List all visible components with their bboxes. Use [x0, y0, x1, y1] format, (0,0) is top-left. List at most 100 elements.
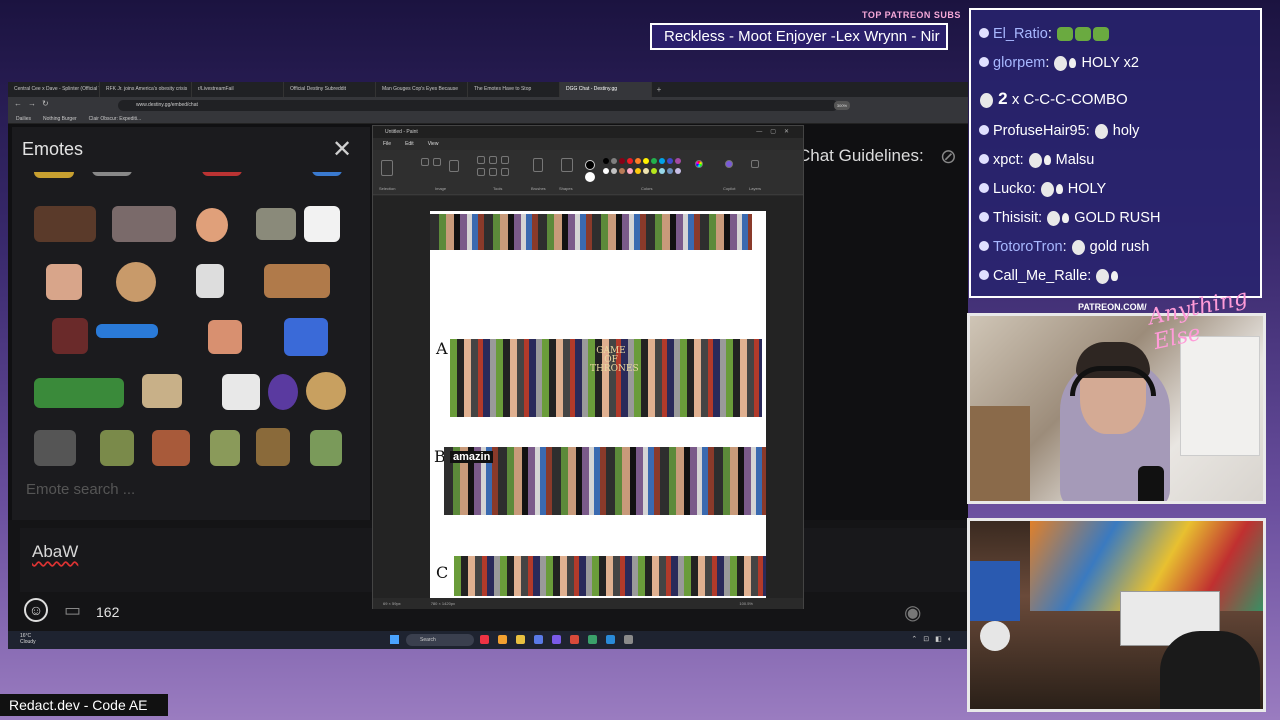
emote-tile[interactable] — [52, 318, 88, 354]
copilot-icon[interactable] — [725, 160, 733, 168]
taskbar-app-icon[interactable] — [570, 635, 579, 644]
emote-tile[interactable] — [202, 172, 242, 176]
color-picker-icon[interactable] — [489, 168, 497, 176]
taskbar-search[interactable]: Search — [406, 634, 474, 646]
chat-username[interactable]: xpct — [993, 152, 1020, 168]
taskbar-app-icon[interactable] — [534, 635, 543, 644]
color-swatch[interactable] — [659, 168, 665, 174]
emote-picker-icon[interactable]: ☺ — [24, 598, 48, 622]
eye-icon[interactable]: ◉ — [904, 600, 921, 625]
emote-tile[interactable] — [208, 320, 242, 354]
new-tab-button[interactable]: + — [652, 82, 666, 97]
emote-tile[interactable] — [112, 206, 176, 242]
menu-edit[interactable]: Edit — [405, 138, 414, 150]
current-color-swatch[interactable] — [585, 160, 595, 170]
color-swatch[interactable] — [635, 158, 641, 164]
system-tray-icons[interactable]: ⌃⊡◧◐ — [911, 635, 958, 643]
color-swatch[interactable] — [675, 168, 681, 174]
taskbar-app-icon[interactable] — [552, 635, 561, 644]
bookmark-nothing-burger[interactable]: Nothing Burger — [43, 114, 77, 123]
emote-search-input[interactable]: Emote search ... — [26, 481, 135, 498]
color-swatch[interactable] — [667, 158, 673, 164]
chat-username[interactable]: Thisisit — [993, 210, 1038, 226]
chat-username[interactable]: El_Ratio — [993, 26, 1048, 42]
resize-icon[interactable] — [433, 158, 441, 166]
tab-dgg-chat[interactable]: DGG Chat - Destiny.gg — [560, 82, 652, 97]
weather-widget[interactable]: 16°C Cloudy — [20, 633, 36, 645]
zoom-badge[interactable]: 300% — [834, 101, 850, 110]
pencil-icon[interactable] — [477, 156, 485, 164]
rotate-icon[interactable] — [449, 160, 459, 172]
color-swatch[interactable] — [627, 168, 633, 174]
emote-tile[interactable] — [196, 208, 228, 242]
chat-input-text[interactable]: AbaW — [32, 542, 78, 562]
color-swatch[interactable] — [643, 168, 649, 174]
url-field[interactable]: www.destiny.gg/embed/chat — [118, 100, 838, 111]
secondary-color-swatch[interactable] — [585, 172, 595, 182]
emote-tile[interactable] — [100, 430, 134, 466]
tier-list-canvas[interactable]: A GAME OF THRONES B amazin C — [430, 211, 766, 599]
color-swatch[interactable] — [635, 168, 641, 174]
brush-icon[interactable] — [533, 158, 543, 172]
taskbar-app-icon[interactable] — [588, 635, 597, 644]
layers-icon[interactable] — [751, 160, 759, 168]
bookmark-clair-obscur[interactable]: Clair Obscur: Expediti... — [89, 114, 142, 123]
shapes-icon[interactable] — [561, 158, 573, 172]
emote-tile[interactable] — [256, 428, 290, 466]
chat-username[interactable]: Lucko — [993, 181, 1032, 197]
emote-tile[interactable] — [34, 378, 124, 408]
tab-central-cee[interactable]: Central Cee x Dave - Splinter (Official … — [8, 82, 100, 97]
color-swatch[interactable] — [619, 158, 625, 164]
taskbar-app-icon[interactable] — [624, 635, 633, 644]
taskbar-app-icon[interactable] — [480, 635, 489, 644]
emote-tile[interactable] — [256, 208, 296, 240]
menu-file[interactable]: File — [383, 138, 391, 150]
emote-tile[interactable] — [116, 262, 156, 302]
color-swatch[interactable] — [651, 158, 657, 164]
color-swatch[interactable] — [627, 158, 633, 164]
taskbar-app-icon[interactable] — [516, 635, 525, 644]
color-swatch[interactable] — [675, 158, 681, 164]
select-tool-icon[interactable] — [381, 160, 393, 176]
color-swatch[interactable] — [619, 168, 625, 174]
taskbar-app-icon[interactable] — [498, 635, 507, 644]
emote-tile[interactable] — [312, 172, 342, 176]
emote-tile[interactable] — [92, 172, 132, 176]
emote-tile[interactable] — [34, 430, 76, 466]
chat-username[interactable]: TotoroTron — [993, 239, 1063, 255]
bell-off-icon[interactable]: ⊘ — [940, 144, 957, 169]
tab-man-gouges[interactable]: Man Gouges Cop's Eyes Because — [376, 82, 468, 97]
emote-tile[interactable] — [34, 206, 96, 242]
menu-view[interactable]: View — [428, 138, 439, 150]
color-swatch[interactable] — [659, 158, 665, 164]
emote-tile[interactable] — [304, 206, 340, 242]
color-swatch[interactable] — [643, 158, 649, 164]
close-icon[interactable]: ✕ — [332, 135, 352, 164]
magnifier-icon[interactable] — [501, 168, 509, 176]
text-icon[interactable] — [501, 156, 509, 164]
emote-tile[interactable] — [96, 324, 158, 338]
tab-destiny-subreddit[interactable]: Official Destiny Subreddit — [284, 82, 376, 97]
color-swatch[interactable] — [603, 168, 609, 174]
color-swatch[interactable] — [611, 158, 617, 164]
window-controls-icon[interactable]: —▢✕ — [756, 126, 797, 138]
windows-start-icon[interactable] — [390, 635, 399, 644]
tab-livestreamfail[interactable]: r/LivestreamFail — [192, 82, 284, 97]
fill-icon[interactable] — [489, 156, 497, 164]
chat-username[interactable]: glorpem — [993, 55, 1045, 71]
emote-tile[interactable] — [34, 172, 74, 178]
emote-tile[interactable] — [306, 372, 346, 410]
bookmark-dailies[interactable]: Dailies — [16, 114, 31, 123]
emote-tile[interactable] — [222, 374, 260, 410]
crop-icon[interactable] — [421, 158, 429, 166]
emote-tile[interactable] — [196, 264, 224, 298]
tab-emotes-stop[interactable]: The Emotes Have to Stop — [468, 82, 560, 97]
nav-buttons-icon[interactable]: ←→↻ — [14, 99, 55, 108]
emote-tile[interactable] — [142, 374, 182, 408]
tab-rfk[interactable]: RFK Jr. joins America's obesity crisis — [100, 82, 192, 97]
emote-tile[interactable] — [268, 374, 298, 410]
chat-username[interactable]: ProfuseHair95 — [993, 123, 1086, 139]
chat-bubbles-icon[interactable]: ▭ — [64, 600, 81, 621]
paint-zoom[interactable]: 100.5% — [739, 598, 753, 609]
emote-tile[interactable] — [46, 264, 82, 300]
